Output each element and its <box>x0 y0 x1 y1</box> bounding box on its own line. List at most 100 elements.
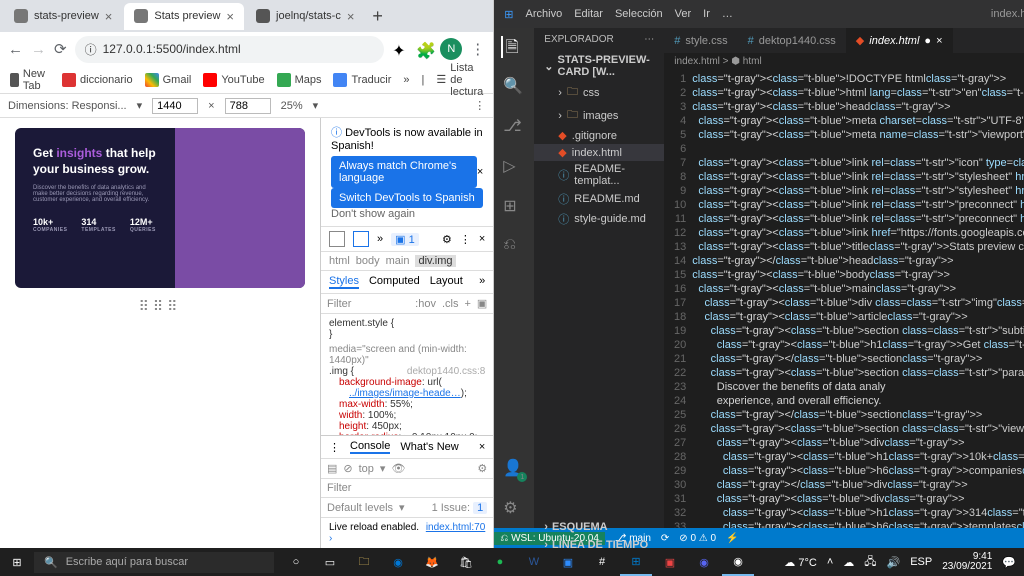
inspect-icon[interactable] <box>329 231 345 247</box>
chevron-down-icon[interactable]: ▾ <box>137 99 143 112</box>
outline-section[interactable]: ›ESQUEMA <box>534 518 664 528</box>
editor-tab[interactable]: #dektop1440.css <box>738 28 846 53</box>
ports-status[interactable]: ⚡ <box>726 533 738 544</box>
notifications-icon[interactable]: 💬 <box>1002 556 1016 569</box>
address-input[interactable]: ⓘ127.0.0.1:5500/index.html <box>75 36 385 63</box>
resize-handle[interactable]: ⠿⠿⠿ <box>139 298 182 315</box>
clear-icon[interactable]: ⊘ <box>343 462 352 475</box>
gear-icon[interactable]: ⚙ <box>503 498 525 520</box>
filter-input[interactable]: Filter <box>327 298 351 310</box>
reload-button[interactable]: ⟳ <box>54 40 67 58</box>
boxmodel-icon[interactable]: ▣ <box>477 297 487 310</box>
bookmark[interactable]: Gmail <box>145 73 192 87</box>
volume-icon[interactable]: 🔊 <box>887 556 901 569</box>
close-icon[interactable]: × <box>477 166 483 178</box>
eye-icon[interactable]: 👁 <box>391 462 405 475</box>
browser-tab[interactable]: Stats preview× <box>124 3 244 30</box>
tab-styles[interactable]: Styles <box>329 275 359 289</box>
reading-list[interactable]: ☰Lista de lectura <box>436 62 483 98</box>
edge-icon[interactable]: ◉ <box>382 548 414 576</box>
menu-view[interactable]: Ver <box>675 8 692 20</box>
file-item[interactable]: ◆index.html <box>534 144 664 161</box>
weather-widget[interactable]: ☁ 7°C <box>784 556 817 569</box>
problems-status[interactable]: ⊘ 0 ⚠ 0 <box>679 533 716 544</box>
puzzle-icon[interactable]: 🧩 <box>416 41 432 57</box>
bookmark[interactable]: Maps <box>277 73 322 87</box>
close-icon[interactable]: × <box>105 9 113 24</box>
tab-layout[interactable]: Layout <box>430 275 463 289</box>
dimensions-label[interactable]: Dimensions: Responsi... <box>8 100 127 112</box>
tab-computed[interactable]: Computed <box>369 275 420 289</box>
editor-tab[interactable]: ◆index.html●× <box>846 28 953 53</box>
dom-breadcrumb[interactable]: html body main div.img <box>321 252 493 271</box>
search-icon[interactable]: 🔍 <box>503 76 525 98</box>
file-item[interactable]: ⓘstyle-guide.md <box>534 209 664 229</box>
onedrive-icon[interactable]: ☁ <box>843 556 854 569</box>
lang-indicator[interactable]: ESP <box>910 556 932 568</box>
tab-whatsnew[interactable]: What's New <box>400 441 458 453</box>
bookmark[interactable]: Traducir <box>333 73 391 87</box>
explorer-icon[interactable]: 🗎 <box>501 36 523 58</box>
project-header[interactable]: ⌄STATS-PREVIEW-CARD [W... <box>534 51 664 81</box>
file-item[interactable]: ⓘREADME-templat... <box>534 161 664 189</box>
switch-lang-button[interactable]: Switch DevTools to Spanish <box>331 188 483 208</box>
hov-toggle[interactable]: :hov <box>415 298 436 310</box>
styles-pane[interactable]: element.style { } media="screen and (min… <box>321 314 493 435</box>
editor-tab[interactable]: #style.css <box>664 28 737 53</box>
console-filter[interactable]: Filter <box>327 482 351 494</box>
browser-tab[interactable]: joelnq/stats-c× <box>246 3 364 30</box>
code-editor[interactable]: 1234567891011121314151617181920212223242… <box>664 70 1024 528</box>
close-icon[interactable]: × <box>226 9 234 24</box>
remote-icon[interactable]: ⎌ <box>503 236 525 258</box>
menu-selection[interactable]: Selección <box>615 8 663 20</box>
more-icon[interactable]: ⋯ <box>644 34 654 45</box>
extensions-icon[interactable]: ✦ <box>392 41 408 57</box>
bookmark[interactable]: YouTube <box>203 73 264 87</box>
firefox-icon[interactable]: 🦊 <box>416 548 448 576</box>
zoom-select[interactable]: 25% <box>281 100 303 112</box>
menu-go[interactable]: Ir <box>703 8 710 20</box>
back-button[interactable]: ← <box>8 41 23 58</box>
overflow-icon[interactable]: » <box>479 275 485 289</box>
cls-toggle[interactable]: .cls <box>442 298 459 310</box>
scm-icon[interactable]: ⎇ <box>503 116 525 138</box>
overflow-icon[interactable]: » <box>377 233 383 245</box>
menu-file[interactable]: Archivo <box>526 8 563 20</box>
close-icon[interactable]: × <box>347 9 355 24</box>
browser-tab[interactable]: stats-preview× <box>4 3 122 30</box>
cortana-icon[interactable]: ○ <box>280 548 312 576</box>
bookmark[interactable]: New Tab <box>10 68 50 92</box>
folder-item[interactable]: ›🗀images <box>534 104 664 127</box>
taskview-icon[interactable]: ▭ <box>314 548 346 576</box>
tab-console[interactable]: Console <box>350 440 390 454</box>
menu-edit[interactable]: Editar <box>574 8 603 20</box>
close-icon[interactable]: × <box>479 441 485 453</box>
overflow-button[interactable]: » <box>403 74 409 86</box>
menu-more[interactable]: … <box>722 8 733 20</box>
levels-select[interactable]: Default levels <box>327 502 393 514</box>
device-icon[interactable] <box>353 231 369 247</box>
menu-icon[interactable]: ⋮ <box>329 441 340 454</box>
menu-icon[interactable]: ⋮ <box>460 233 471 246</box>
debug-icon[interactable]: ▷ <box>503 156 525 178</box>
clock[interactable]: 9:4123/09/2021 <box>942 552 992 572</box>
gear-icon[interactable]: ⚙ <box>477 462 487 475</box>
tray-chevron-icon[interactable]: ˄ <box>827 556 833 568</box>
close-icon[interactable]: × <box>936 35 942 47</box>
network-icon[interactable]: 🖧 <box>864 553 876 572</box>
start-button[interactable]: ⊞ <box>0 556 34 569</box>
context-select[interactable]: top <box>359 463 374 475</box>
spotify-icon[interactable]: ● <box>484 548 516 576</box>
width-input[interactable] <box>152 98 198 114</box>
dont-show-link[interactable]: Don't show again <box>331 208 415 220</box>
extensions-icon[interactable]: ⊞ <box>503 196 525 218</box>
sidebar-icon[interactable]: ▤ <box>327 462 337 475</box>
account-icon[interactable]: 👤1 <box>503 458 525 480</box>
file-item[interactable]: ◆.gitignore <box>534 127 664 144</box>
code-lines[interactable]: class="t-gray"><class="t-blue">!DOCTYPE … <box>692 70 1024 528</box>
menu-button[interactable]: ⋮ <box>474 99 485 112</box>
discord-icon[interactable]: ◉ <box>688 548 720 576</box>
store-icon[interactable]: 🛍 <box>450 548 482 576</box>
folder-item[interactable]: ›🗀css <box>534 81 664 104</box>
explorer-icon[interactable]: 🗀 <box>348 548 380 576</box>
